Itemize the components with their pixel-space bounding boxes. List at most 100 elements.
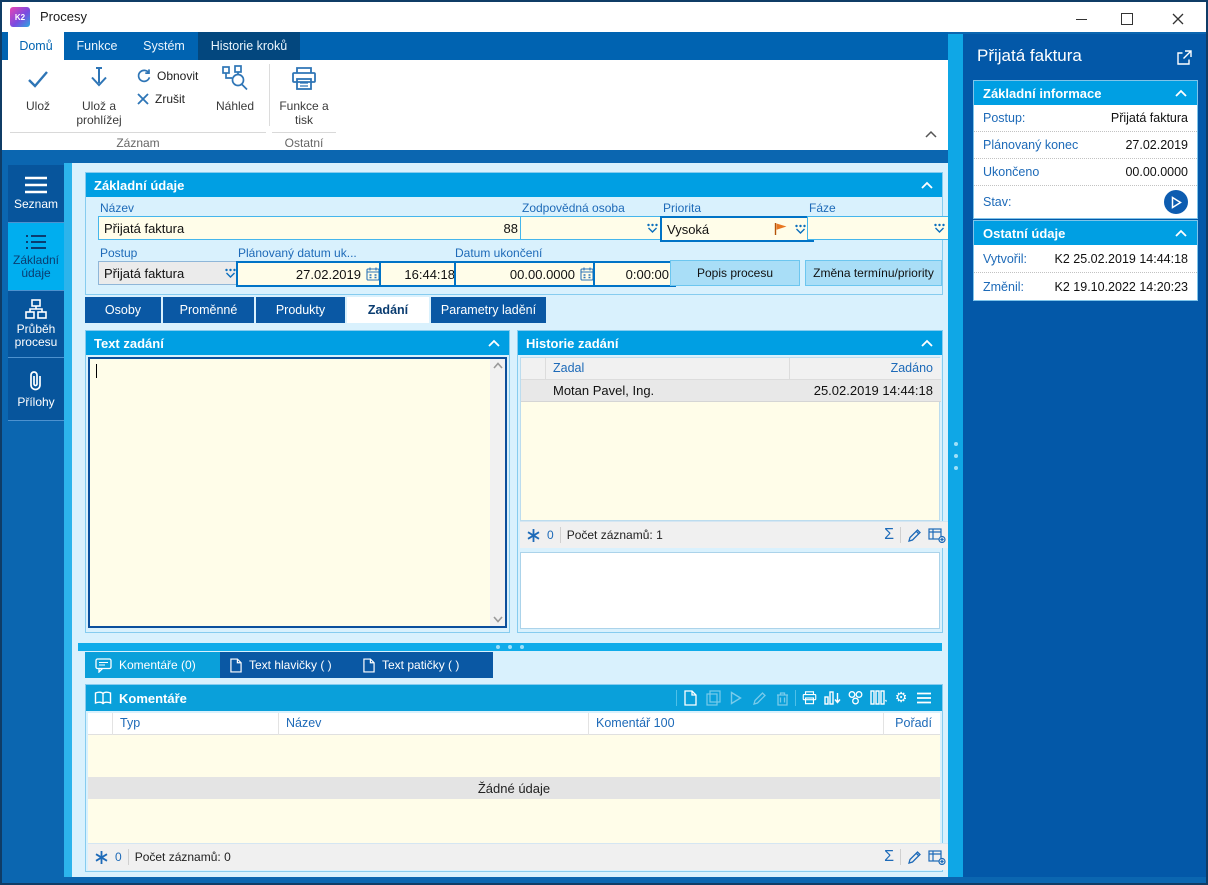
vertical-scrollbar[interactable] — [490, 359, 505, 626]
sum-icon[interactable]: Σ — [884, 848, 894, 866]
save-and-view-button[interactable]: Ulož a prohlížej — [68, 63, 130, 127]
tab-text-hlavicky[interactable]: Text hlavičky ( ) — [220, 652, 371, 678]
calendar-icon[interactable] — [580, 267, 594, 281]
add-record-icon[interactable] — [928, 849, 946, 865]
new-record-icon[interactable] — [680, 688, 700, 708]
collapse-chevron-icon[interactable] — [920, 181, 934, 190]
komentare-table-header: Typ Název Komentář 100 Pořadí — [88, 713, 940, 735]
planovany-datum-input[interactable]: 27.02.2019 — [236, 261, 387, 287]
collapse-ribbon-button[interactable] — [924, 130, 938, 139]
planovany-datum-label: Plánovaný datum uk... — [238, 246, 357, 260]
run-process-button[interactable] — [1164, 190, 1188, 214]
flow-icon — [25, 299, 47, 319]
col-header-zadal[interactable]: Zadal — [553, 361, 584, 375]
info-row-planovany-konec: Plánovaný konec 27.02.2019 — [974, 132, 1197, 159]
tab-zadani[interactable]: Zadání — [347, 297, 429, 323]
edit-pencil-icon[interactable] — [907, 528, 922, 543]
cancel-button[interactable]: Zrušit — [136, 92, 185, 106]
filter-asterisk-icon[interactable] — [94, 850, 109, 865]
save-button[interactable]: Ulož — [12, 63, 64, 113]
row-value: Přijatá faktura — [1110, 111, 1188, 125]
external-link-icon[interactable] — [1176, 50, 1192, 66]
minimize-button[interactable] — [1058, 4, 1104, 34]
nazev-number: 88 — [503, 220, 518, 236]
tab-label: Komentáře (0) — [119, 658, 196, 672]
ribbon-tab-historie-kroku[interactable]: Historie kroků — [198, 32, 300, 60]
faze-combo[interactable] — [807, 216, 952, 240]
zodpovedna-osoba-combo[interactable] — [520, 216, 665, 240]
dropdown-icon — [794, 224, 807, 234]
collapse-chevron-icon[interactable] — [920, 339, 934, 348]
vertical-splitter[interactable] — [948, 34, 963, 877]
copy-record-icon[interactable] — [703, 688, 723, 708]
edit-icon[interactable] — [749, 688, 769, 708]
scroll-down-icon[interactable] — [492, 616, 503, 623]
ribbon-tab-system[interactable]: Systém — [130, 32, 198, 60]
edit-pencil-icon[interactable] — [907, 850, 922, 865]
col-header-typ[interactable]: Typ — [120, 716, 140, 730]
calendar-icon[interactable] — [366, 267, 380, 281]
ribbon-body: Ulož Ulož a prohlížej Obnovit Zrušit Náh… — [2, 60, 948, 150]
sum-icon[interactable]: Σ — [884, 526, 894, 544]
functions-print-button[interactable]: Funkce a tisk — [274, 63, 334, 127]
refresh-button[interactable]: Obnovit — [136, 68, 198, 84]
col-header-poradi[interactable]: Pořadí — [895, 716, 932, 730]
priorita-combo[interactable]: Vysoká — [660, 216, 814, 242]
tab-osoby[interactable]: Osoby — [85, 297, 161, 323]
filter-asterisk-icon[interactable] — [526, 528, 541, 543]
panel-menu-icon[interactable] — [914, 688, 934, 708]
columns-export-icon[interactable] — [868, 688, 888, 708]
nazev-input[interactable]: Přijatá faktura 88 — [98, 216, 524, 240]
scroll-up-icon[interactable] — [492, 362, 503, 369]
tab-promenne[interactable]: Proměnné — [163, 297, 254, 323]
priorita-value: Vysoká — [667, 221, 710, 237]
preview-button[interactable]: Náhled — [206, 63, 264, 113]
dropdown-icon — [933, 223, 946, 233]
ribbon-group-zaznam: Záznam — [116, 136, 160, 150]
card-ostatni-udaje: Ostatní údaje Vytvořil: K2 25.02.2019 14… — [973, 220, 1198, 301]
maximize-button[interactable] — [1104, 4, 1150, 34]
sidebar-item-prubeh-procesu[interactable]: Průběh procesu — [8, 291, 64, 358]
nazev-label: Název — [100, 201, 135, 215]
tab-parametry-ladeni[interactable]: Parametry ladění — [431, 297, 546, 323]
sidebar-item-seznam[interactable]: Seznam — [8, 165, 64, 223]
sidebar-item-label: Seznam — [13, 197, 59, 211]
delete-icon[interactable] — [772, 688, 792, 708]
info-row-vytvoril: Vytvořil: K2 25.02.2019 14:44:18 — [974, 245, 1197, 273]
tab-text-paticky[interactable]: Text patičky ( ) — [353, 652, 493, 678]
historie-note-box[interactable] — [520, 552, 940, 629]
col-header-nazev[interactable]: Název — [286, 716, 321, 730]
cluster-icon[interactable] — [845, 688, 865, 708]
historie-table-row[interactable]: Motan Pavel, Ing. 25.02.2019 14:44:18 — [521, 380, 941, 402]
close-button[interactable] — [1150, 4, 1206, 34]
run-icon[interactable] — [726, 688, 746, 708]
add-record-icon[interactable] — [928, 527, 946, 543]
zmena-terminu-button[interactable]: Změna termínu/priority — [805, 260, 942, 286]
sidebar-item-zakladni-udaje[interactable]: Základní údaje — [8, 223, 64, 291]
col-header-komentar[interactable]: Komentář 100 — [596, 716, 675, 730]
popis-procesu-button[interactable]: Popis procesu — [670, 260, 800, 286]
horizontal-splitter[interactable] — [78, 643, 942, 651]
postup-value: Přijatá faktura — [104, 265, 185, 281]
settings-gear-icon[interactable]: ⚙ — [891, 688, 911, 708]
text-zadani-textarea[interactable] — [88, 357, 507, 628]
card-zakladni-informace: Základní informace Postup: Přijatá faktu… — [973, 80, 1198, 219]
chart-export-icon[interactable] — [822, 688, 842, 708]
ribbon-tab-domu[interactable]: Domů — [8, 32, 64, 60]
row-label: Plánovaný konec — [983, 138, 1079, 152]
print-icon[interactable] — [799, 688, 819, 708]
postup-combo[interactable]: Přijatá faktura — [98, 261, 243, 285]
ukonceni-cas-value: 0:00:00 — [625, 266, 669, 282]
planovany-cas-input[interactable]: 16:44:18 — [379, 261, 462, 287]
collapse-chevron-icon[interactable] — [1174, 89, 1188, 98]
tab-produkty[interactable]: Produkty — [256, 297, 345, 323]
ukonceni-cas-input[interactable]: 0:00:00 — [593, 261, 676, 287]
sidebar-item-prilohy[interactable]: Přílohy — [8, 358, 64, 421]
col-header-zadano[interactable]: Zadáno — [891, 361, 933, 375]
collapse-chevron-icon[interactable] — [1174, 229, 1188, 238]
tab-komentare[interactable]: Komentáře (0) — [85, 652, 238, 678]
ribbon-tab-funkce[interactable]: Funkce — [64, 32, 130, 60]
collapse-chevron-icon[interactable] — [487, 339, 501, 348]
datum-ukonceni-input[interactable]: 00.00.0000 — [454, 261, 601, 287]
book-icon — [94, 691, 112, 705]
